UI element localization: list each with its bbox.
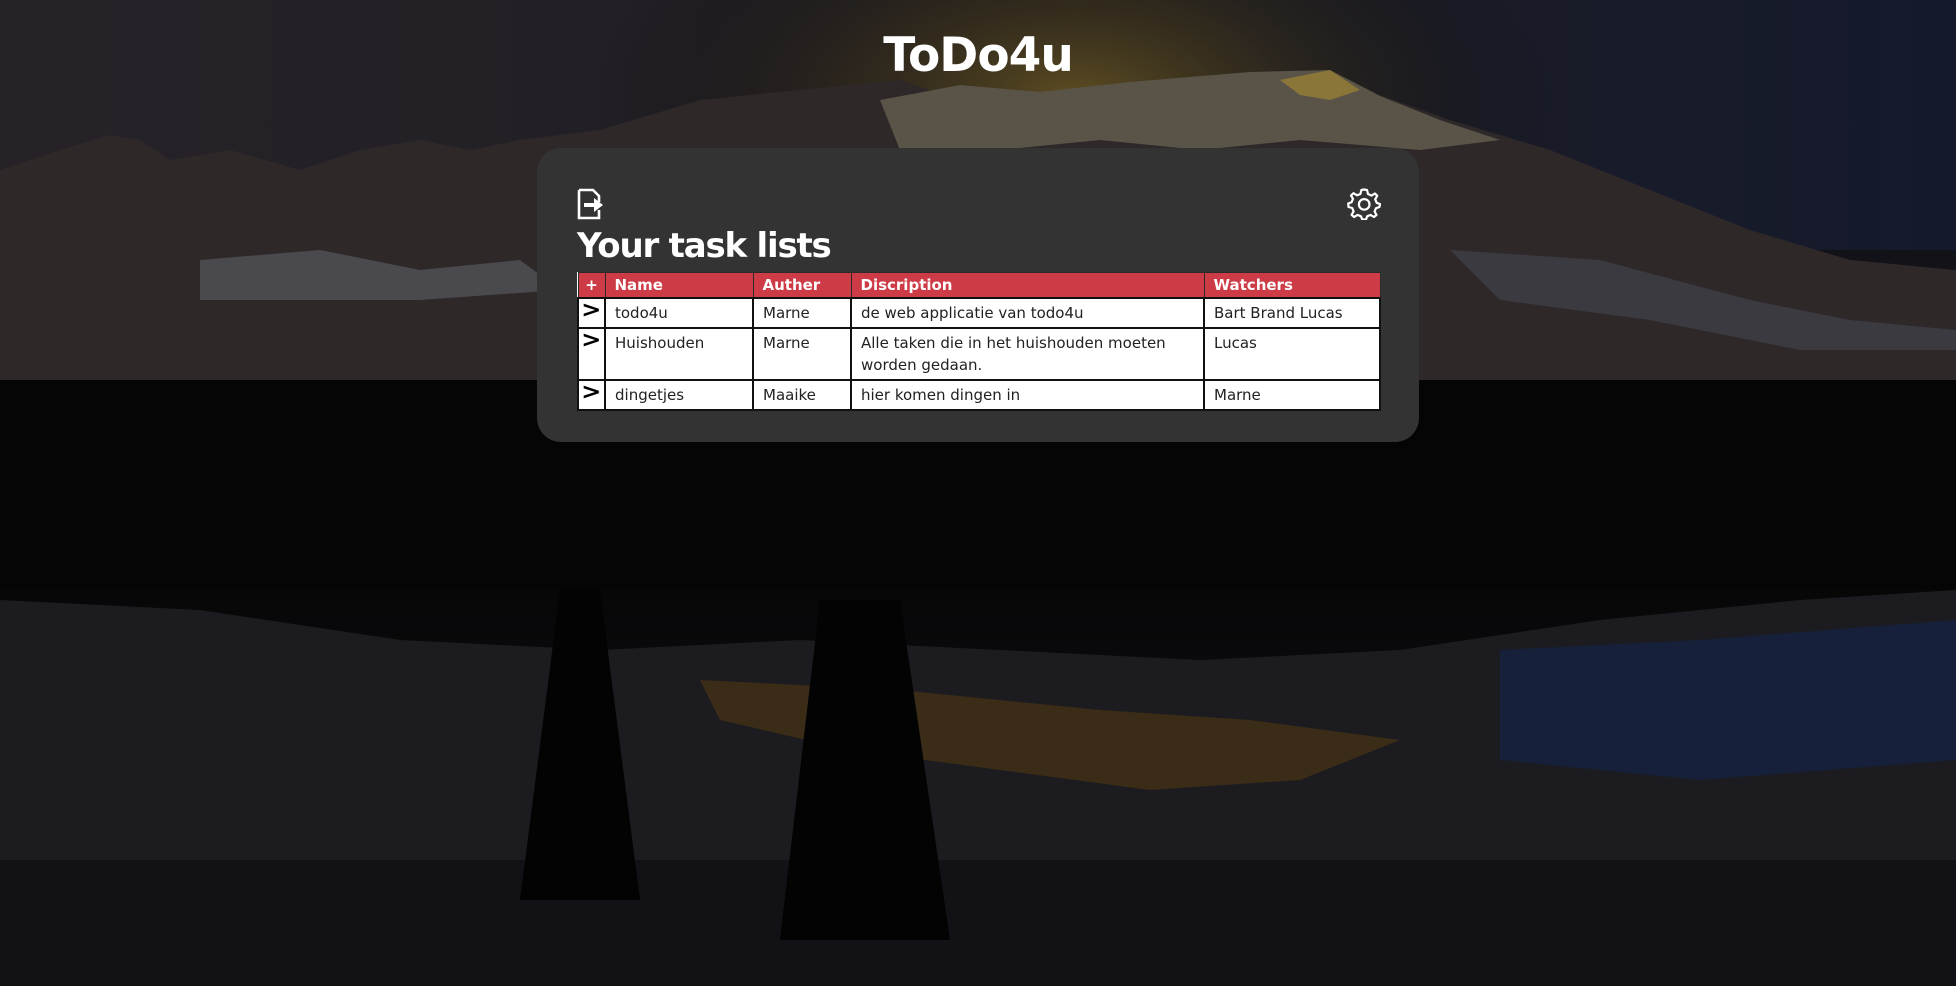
open-list-button[interactable]: >: [577, 297, 606, 329]
column-header-watchers: Watchers: [1203, 272, 1381, 299]
chevron-right-icon: >: [581, 298, 602, 323]
logout-icon: [577, 188, 603, 220]
table-row: > todo4u Marne de web applicatie van tod…: [577, 297, 1381, 329]
chevron-right-icon: >: [581, 380, 602, 405]
list-description-cell: hier komen dingen in: [850, 379, 1205, 411]
gear-icon: [1347, 188, 1382, 221]
list-watchers-cell: Lucas: [1203, 327, 1381, 381]
list-description-cell: Alle taken die in het huishouden moeten …: [850, 327, 1205, 381]
table-row: > dingetjes Maaike hier komen dingen in …: [577, 379, 1381, 411]
add-list-button[interactable]: +: [577, 272, 606, 299]
open-list-button[interactable]: >: [577, 379, 606, 411]
logout-button[interactable]: [575, 188, 605, 220]
settings-button[interactable]: [1347, 186, 1382, 221]
page-title: Your task lists: [577, 226, 832, 266]
list-name-cell: dingetjes: [604, 379, 754, 411]
list-author-cell: Maaike: [752, 379, 852, 411]
column-header-name: Name: [604, 272, 754, 299]
list-name-cell: Huishouden: [604, 327, 754, 381]
list-name-cell: todo4u: [604, 297, 754, 329]
open-list-button[interactable]: >: [577, 327, 606, 381]
list-description-cell: de web applicatie van todo4u: [850, 297, 1205, 329]
column-header-author: Auther: [752, 272, 852, 299]
task-lists-table: + Name Auther Discription Watchers > tod…: [577, 272, 1381, 411]
list-watchers-cell: Marne: [1203, 379, 1381, 411]
table-header-row: + Name Auther Discription Watchers: [577, 272, 1381, 299]
list-author-cell: Marne: [752, 327, 852, 381]
chevron-right-icon: >: [581, 328, 602, 353]
column-header-description: Discription: [850, 272, 1205, 299]
list-watchers-cell: Bart Brand Lucas: [1203, 297, 1381, 329]
app-title: ToDo4u: [883, 28, 1074, 83]
task-lists-panel: Your task lists + Name Auther Discriptio…: [537, 148, 1419, 442]
table-row: > Huishouden Marne Alle taken die in het…: [577, 327, 1381, 381]
list-author-cell: Marne: [752, 297, 852, 329]
